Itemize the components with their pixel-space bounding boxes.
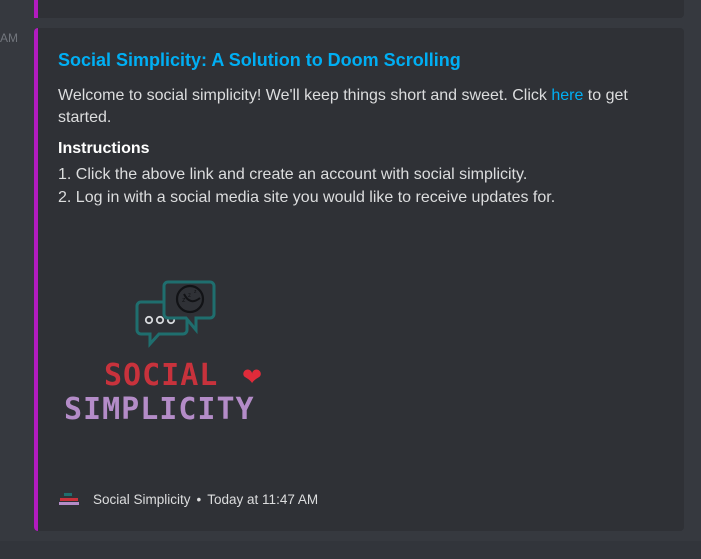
previous-embed: [34, 0, 684, 18]
svg-text:z: z: [188, 293, 191, 299]
svg-text:z: z: [182, 297, 186, 304]
here-link[interactable]: here: [551, 87, 583, 104]
embed-description: Welcome to social simplicity! We'll keep…: [58, 85, 658, 129]
message-timestamp: AM: [0, 31, 18, 45]
footer-timestamp: Today at 11:47 AM: [207, 491, 319, 507]
embed-footer: Social Simplicity • Today at 11:47 AM: [58, 490, 318, 508]
description-text: Welcome to social simplicity! We'll keep…: [58, 87, 552, 104]
message-area: AM Social Simplicity: A Solution to Doom…: [0, 0, 701, 559]
logo-word-simplicity: SIMPLICITY: [64, 392, 255, 427]
instructions-list: 1. Click the above link and create an ac…: [58, 163, 555, 209]
footer-separator: •: [196, 491, 202, 507]
next-message-divider: [0, 541, 701, 559]
instruction-step: 2. Log in with a social media site you w…: [58, 189, 556, 206]
heart-icon: ❤: [242, 363, 262, 391]
embed-title-link[interactable]: Social Simplicity: A Solution to Doom Sc…: [58, 50, 461, 71]
footer-logo-icon: [59, 493, 79, 505]
instructions-heading: Instructions: [58, 140, 150, 157]
instruction-step: 1. Click the above link and create an ac…: [58, 166, 528, 183]
logo-word-social: SOCIAL: [104, 358, 218, 393]
social-simplicity-logo-image[interactable]: z z z SOCIAL ❤ SIMPLICITY: [64, 278, 304, 428]
embed-card: Social Simplicity: A Solution to Doom Sc…: [34, 28, 684, 531]
footer-author: Social Simplicity: [93, 491, 191, 507]
